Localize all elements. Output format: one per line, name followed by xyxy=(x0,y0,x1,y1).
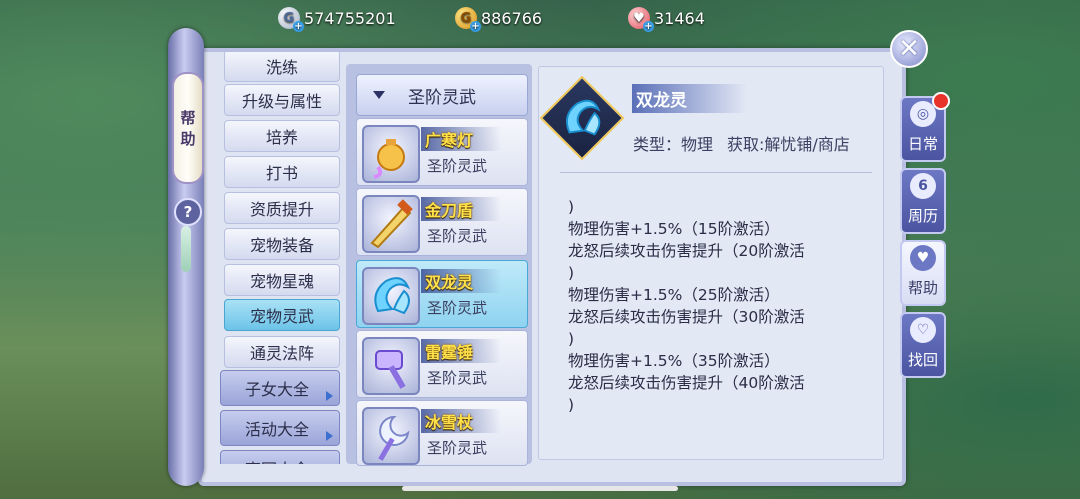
menu-item[interactable]: 洗练 xyxy=(224,52,340,82)
question-icon[interactable]: ? xyxy=(174,198,202,226)
twin-dragon-icon xyxy=(556,92,608,144)
help-tab-char-2: 助 xyxy=(180,130,196,148)
silver-coin-icon: G + xyxy=(278,7,304,32)
menu-item[interactable]: 培养 xyxy=(224,120,340,152)
weapon-item[interactable]: 冰雪杖 圣阶灵武 xyxy=(356,400,528,466)
detail-description: ) 物理伤害+1.5%（15阶激活） 龙怒后续攻击伤害提升（20阶激活 ) 物理… xyxy=(568,198,805,414)
detail-meta: 类型：物理 获取:解忧铺/商店 xyxy=(633,131,864,155)
weapon-item-active[interactable]: 双龙灵 圣阶灵武 xyxy=(356,260,528,328)
tab-recover[interactable]: ♡ 找回 xyxy=(900,312,946,378)
tab-label: 日常 xyxy=(907,135,938,153)
gold-amount: 886766 xyxy=(481,8,543,28)
tab-label: 找回 xyxy=(907,351,938,369)
weapon-grade: 圣阶灵武 xyxy=(427,227,488,245)
weapon-item[interactable]: 雷霆锤 圣阶灵武 xyxy=(356,330,528,398)
weapon-name: 广寒灯 xyxy=(421,127,502,151)
menu-item-active[interactable]: 宠物灵武 xyxy=(224,299,340,331)
weapon-name: 雷霆锤 xyxy=(421,339,502,363)
weapon-grade: 圣阶灵武 xyxy=(427,369,488,387)
twin-dragon-icon xyxy=(362,267,420,325)
weapon-name: 冰雪杖 xyxy=(421,409,502,433)
menu-item[interactable]: 打书 xyxy=(224,156,340,188)
tab-calendar[interactable]: 6 周历 xyxy=(900,168,946,234)
lantern-icon xyxy=(362,125,420,183)
weapon-name: 金刀盾 xyxy=(421,197,502,221)
collapse-triangle-icon xyxy=(373,91,385,99)
recover-icon: ♡ xyxy=(910,317,936,343)
heart-hand-icon: ♥ xyxy=(910,245,936,271)
menu-item[interactable]: 宠物装备 xyxy=(224,228,340,260)
gold-coin-icon: G + xyxy=(455,7,481,32)
heart-coin-icon: ♥ + xyxy=(628,7,654,32)
silver-amount: 574755201 xyxy=(304,8,396,28)
close-button[interactable]: ✕ xyxy=(890,30,928,68)
notification-dot xyxy=(932,92,950,110)
thunder-hammer-icon xyxy=(362,337,420,395)
heart-currency[interactable]: ♥ + 31464 xyxy=(628,6,705,32)
help-tab[interactable]: 帮 助 xyxy=(172,72,204,184)
list-header[interactable]: 圣阶灵武 xyxy=(356,74,528,116)
gold-currency[interactable]: G + 886766 xyxy=(455,6,543,32)
weapon-grade: 圣阶灵武 xyxy=(427,299,488,317)
menu-item[interactable]: 通灵法阵 xyxy=(224,336,340,368)
expand-arrow-icon xyxy=(326,391,333,401)
golden-blade-icon xyxy=(362,195,420,253)
menu-category[interactable]: 高园大全 xyxy=(220,450,340,464)
tab-label: 帮助 xyxy=(907,279,938,297)
menu-item[interactable]: 资质提升 xyxy=(224,192,340,224)
divider xyxy=(560,172,872,173)
weapon-name: 双龙灵 xyxy=(421,269,502,293)
menu-category[interactable]: 子女大全 xyxy=(220,370,340,406)
help-tab-char-1: 帮 xyxy=(180,109,196,127)
list-header-label: 圣阶灵武 xyxy=(408,87,476,108)
menu-item[interactable]: 升级与属性 xyxy=(224,84,340,116)
detail-type: 类型：物理 xyxy=(633,135,714,154)
menu-item[interactable]: 宠物星魂 xyxy=(224,264,340,296)
tassel-ornament xyxy=(181,226,191,272)
weapon-item[interactable]: 金刀盾 圣阶灵武 xyxy=(356,188,528,256)
tab-help[interactable]: ♥ 帮助 xyxy=(900,240,946,306)
heart-amount: 31464 xyxy=(654,8,705,28)
ice-staff-icon xyxy=(362,407,420,465)
category-menu: 洗练 升级与属性 培养 打书 资质提升 宠物装备 宠物星魂 宠物灵武 通灵法阵 … xyxy=(220,52,344,464)
detail-title: 双龙灵 xyxy=(632,84,747,113)
silver-currency[interactable]: G + 574755201 xyxy=(278,6,396,32)
tab-label: 周历 xyxy=(907,207,938,225)
weapon-grade: 圣阶灵武 xyxy=(427,439,488,457)
calendar-icon: 6 xyxy=(910,173,936,199)
weapon-item[interactable]: 广寒灯 圣阶灵武 xyxy=(356,118,528,186)
expand-arrow-icon xyxy=(326,431,333,441)
weapon-grade: 圣阶灵武 xyxy=(427,157,488,175)
home-indicator[interactable] xyxy=(402,486,678,491)
detail-source: 获取:解忧铺/商店 xyxy=(727,135,850,154)
menu-category[interactable]: 活动大全 xyxy=(220,410,340,446)
